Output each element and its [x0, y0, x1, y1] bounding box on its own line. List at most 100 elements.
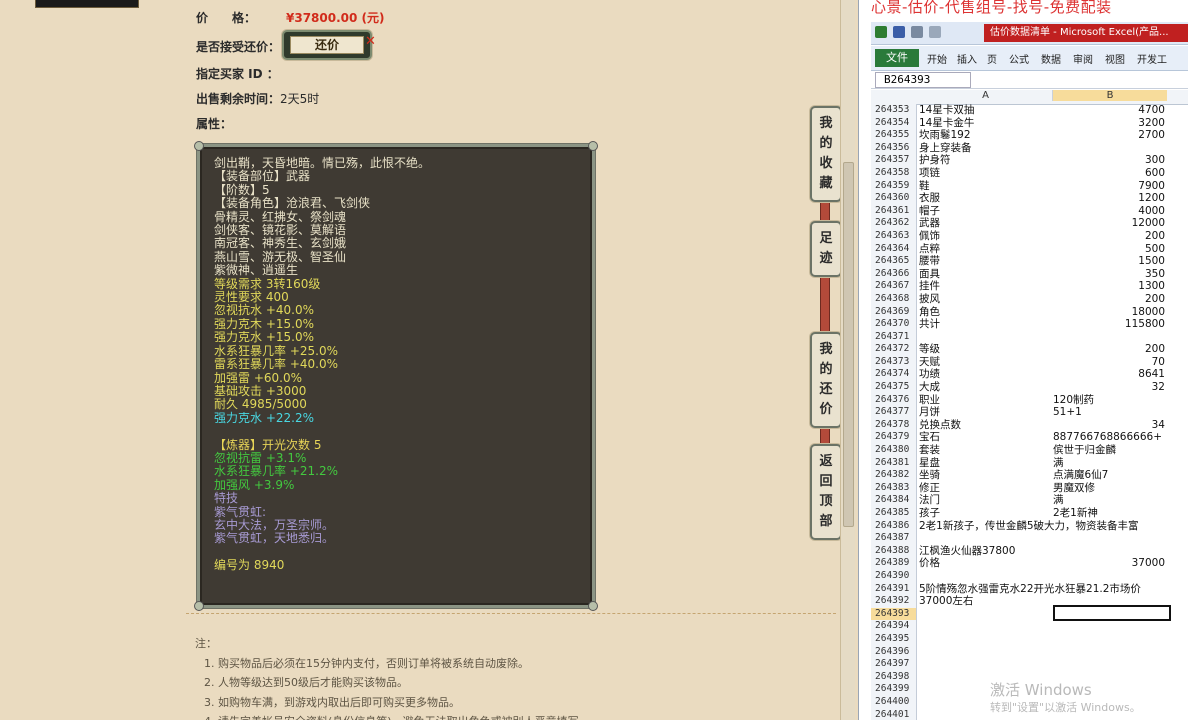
row-number[interactable]: 264398 — [871, 670, 917, 684]
undo-icon[interactable] — [911, 26, 923, 38]
cell-a[interactable]: 共计 — [919, 318, 940, 331]
cell-b[interactable]: 4000 — [1053, 205, 1165, 218]
row-number[interactable]: 264367 — [871, 280, 917, 293]
bargain-button[interactable]: 还价 — [282, 30, 372, 60]
save-icon[interactable] — [893, 26, 905, 38]
row-number[interactable]: 264358 — [871, 166, 917, 180]
row-number[interactable]: 264354 — [871, 116, 917, 130]
row-number[interactable]: 264384 — [871, 494, 917, 507]
cell-a[interactable]: 月饼 — [919, 406, 940, 419]
row-number[interactable]: 264355 — [871, 129, 917, 142]
row-number[interactable]: 264400 — [871, 695, 917, 709]
side-tab-my-bargains[interactable]: 我的还价 — [810, 332, 842, 428]
side-tab-history[interactable]: 足迹 — [810, 221, 842, 277]
row-number[interactable]: 264365 — [871, 255, 917, 268]
cell-b[interactable]: 12000 — [1053, 217, 1165, 230]
row-number[interactable]: 264396 — [871, 645, 917, 659]
cell-a[interactable]: 宝石 — [919, 431, 940, 444]
cell-a[interactable]: 点粹 — [919, 243, 940, 256]
cell-b[interactable]: 887766768866666+ — [1053, 431, 1165, 444]
row-number[interactable]: 264366 — [871, 267, 917, 281]
row-number[interactable]: 264395 — [871, 632, 917, 646]
cell-a[interactable]: 大成 — [919, 381, 940, 394]
cell-a[interactable]: 项链 — [919, 167, 940, 180]
tab-formulas[interactable]: 公式 — [1009, 51, 1029, 66]
cell-b[interactable]: 37000 — [1053, 557, 1165, 570]
side-tab-back-to-top[interactable]: 返回顶部 — [810, 444, 842, 540]
row-number[interactable]: 264378 — [871, 418, 917, 432]
cell-b[interactable]: 男魔双修 — [1053, 482, 1165, 495]
cell-b[interactable]: 350 — [1053, 268, 1165, 281]
cell-a[interactable]: 武器 — [919, 217, 940, 230]
cell-b[interactable]: 200 — [1053, 293, 1165, 306]
tab-view[interactable]: 视图 — [1105, 51, 1125, 66]
row-number[interactable]: 264376 — [871, 393, 917, 407]
cell-a[interactable]: 兑换点数 — [919, 419, 961, 432]
row-number[interactable]: 264356 — [871, 141, 917, 155]
cell-b[interactable]: 满 — [1053, 494, 1165, 507]
selected-cell[interactable] — [1053, 605, 1171, 621]
row-number[interactable]: 264393 — [871, 607, 917, 621]
cell-a[interactable]: 修正 — [919, 482, 940, 495]
page-scrollbar[interactable] — [840, 0, 855, 720]
cell-a[interactable]: 14星卡金牛 — [919, 117, 974, 130]
row-number[interactable]: 264383 — [871, 481, 917, 495]
cell-b[interactable]: 200 — [1053, 230, 1165, 243]
cell-b[interactable]: 满 — [1053, 457, 1165, 470]
cell-a[interactable]: 挂件 — [919, 280, 940, 293]
row-number[interactable]: 264362 — [871, 217, 917, 230]
cell-b[interactable]: 1300 — [1053, 280, 1165, 293]
cell-a[interactable]: 面具 — [919, 268, 940, 281]
row-number[interactable]: 264373 — [871, 355, 917, 369]
row-number[interactable]: 264381 — [871, 456, 917, 470]
cell-a[interactable]: 角色 — [919, 306, 940, 319]
row-number[interactable]: 264377 — [871, 406, 917, 419]
cell-a[interactable]: 天赋 — [919, 356, 940, 369]
row-number[interactable]: 264386 — [871, 519, 917, 533]
scrollbar-thumb[interactable] — [843, 162, 854, 527]
row-number[interactable]: 264382 — [871, 469, 917, 482]
row-number[interactable]: 264392 — [871, 595, 917, 608]
cell-b[interactable]: 120制药 — [1053, 394, 1165, 407]
row-number[interactable]: 264374 — [871, 368, 917, 382]
cell-a[interactable]: 价格 — [919, 557, 940, 570]
cell-a[interactable]: 功绩 — [919, 368, 940, 381]
cell-b[interactable]: 点满魔6仙7 — [1053, 469, 1165, 482]
cell-a[interactable]: 法门 — [919, 494, 940, 507]
row-number[interactable]: 264361 — [871, 204, 917, 218]
side-tab-favorites[interactable]: 我的收藏 — [810, 106, 842, 202]
cell-a[interactable]: 37000左右 — [919, 595, 973, 608]
column-header-a[interactable]: A — [919, 90, 1053, 101]
row-number[interactable]: 264385 — [871, 507, 917, 520]
cell-a[interactable]: 江枫渔火仙器37800 — [919, 545, 1015, 558]
row-number[interactable]: 264380 — [871, 444, 917, 457]
row-number[interactable]: 264363 — [871, 229, 917, 243]
row-number[interactable]: 264375 — [871, 381, 917, 394]
cell-a[interactable]: 职业 — [919, 394, 940, 407]
cell-a[interactable]: 披风 — [919, 293, 940, 306]
cell-a[interactable]: 14星卡双抽 — [919, 104, 974, 117]
cell-b[interactable]: 115800 — [1053, 318, 1165, 331]
row-number[interactable]: 264399 — [871, 683, 917, 696]
tab-file[interactable]: 文件 — [875, 49, 919, 67]
cell-b[interactable]: 300 — [1053, 154, 1165, 167]
row-number[interactable]: 264401 — [871, 708, 917, 720]
row-number[interactable]: 264357 — [871, 154, 917, 167]
cell-a[interactable]: 套装 — [919, 444, 940, 457]
row-number[interactable]: 264388 — [871, 544, 917, 558]
tab-page-layout[interactable]: 页 — [987, 51, 997, 66]
cell-a[interactable]: 坎雨鬈192 — [919, 129, 971, 142]
row-number[interactable]: 264359 — [871, 179, 917, 193]
row-number[interactable]: 264353 — [871, 104, 917, 117]
tab-data[interactable]: 数据 — [1041, 51, 1061, 66]
redo-icon[interactable] — [929, 26, 941, 38]
cell-b[interactable]: 1200 — [1053, 192, 1165, 205]
cell-b[interactable]: 2老1新神 — [1053, 507, 1165, 520]
cell-a[interactable]: 星盘 — [919, 457, 940, 470]
cell-b[interactable]: 51+1 — [1053, 406, 1165, 419]
cell-b[interactable]: 18000 — [1053, 306, 1165, 319]
row-number[interactable]: 264370 — [871, 318, 917, 331]
tab-home[interactable]: 开始 — [927, 51, 947, 66]
cell-b[interactable]: 600 — [1053, 167, 1165, 180]
row-number[interactable]: 264397 — [871, 658, 917, 671]
